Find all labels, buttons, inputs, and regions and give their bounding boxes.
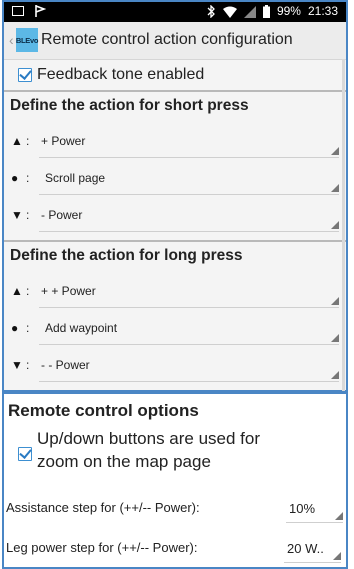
assistance-step-row[interactable]: Assistance step for (++/-- Power): 10%	[4, 490, 346, 526]
long-press-up-spinner[interactable]: + + Power	[39, 276, 339, 308]
long-press-center-spinner[interactable]: Add waypoint	[39, 313, 339, 345]
leg-power-step-label: Leg power step for (++/-- Power):	[6, 540, 198, 555]
dropdown-arrow-icon	[333, 552, 341, 560]
battery-percent: 99%	[276, 4, 301, 18]
colon: :	[26, 284, 30, 298]
spinner-value: Scroll page	[45, 171, 106, 185]
dropdown-arrow-icon	[331, 334, 339, 342]
scrollbar[interactable]	[342, 59, 345, 391]
long-press-up-row[interactable]: ▲ : + + Power	[4, 273, 346, 310]
dropdown-arrow-icon	[331, 371, 339, 379]
zoom-option-row[interactable]: Up/down buttons are used for zoom on the…	[4, 428, 346, 480]
clock-time: 21:33	[307, 4, 338, 18]
spinner-value: + + Power	[41, 284, 96, 298]
short-press-up-row[interactable]: ▲ : + Power	[4, 123, 346, 160]
spinner-value: - - Power	[41, 358, 90, 372]
center-dot-icon: ●	[11, 321, 19, 335]
down-triangle-icon: ▼	[11, 208, 23, 222]
zoom-option-label-line2: zoom on the map page	[37, 452, 211, 471]
page-title: Remote control action configuration	[41, 31, 293, 48]
back-chevron-icon[interactable]: ‹	[9, 32, 14, 48]
feedback-tone-row[interactable]: Feedback tone enabled	[4, 60, 346, 90]
long-press-down-row[interactable]: ▼ : - - Power	[4, 347, 346, 384]
colon: :	[26, 134, 30, 148]
spinner-value: 10%	[289, 501, 316, 516]
up-triangle-icon: ▲	[11, 134, 23, 148]
action-config-panel: 99% 21:33 ‹ BLEvo Remote control action …	[2, 0, 348, 392]
flag-icon	[35, 5, 46, 17]
spinner-value: 20 W..	[287, 541, 324, 556]
spinner-value: + Power	[41, 134, 86, 148]
colon: :	[26, 321, 30, 335]
up-triangle-icon: ▲	[11, 284, 23, 298]
bluetooth-icon	[207, 5, 215, 18]
long-press-center-row[interactable]: ● : Add waypoint	[4, 310, 346, 347]
short-press-header: Define the action for short press	[10, 97, 249, 114]
leg-power-step-row[interactable]: Leg power step for (++/-- Power): 20 W..	[4, 530, 346, 566]
dropdown-arrow-icon	[335, 512, 343, 520]
assistance-step-label: Assistance step for (++/-- Power):	[6, 500, 200, 515]
center-dot-icon: ●	[11, 171, 19, 185]
zoom-option-checkbox[interactable]	[18, 447, 32, 461]
long-press-header: Define the action for long press	[10, 247, 243, 264]
assistance-step-spinner[interactable]: 10%	[286, 492, 343, 523]
feedback-tone-checkbox[interactable]	[18, 68, 32, 82]
battery-icon	[262, 5, 270, 18]
zoom-option-label-line1: Up/down buttons are used for	[37, 429, 261, 448]
down-triangle-icon: ▼	[11, 358, 23, 372]
leg-power-step-spinner[interactable]: 20 W..	[284, 532, 341, 563]
status-left-icons	[12, 4, 46, 18]
short-press-down-row[interactable]: ▼ : - Power	[4, 197, 346, 234]
remote-options-header: Remote control options	[8, 401, 199, 420]
short-press-center-row[interactable]: ● : Scroll page	[4, 160, 346, 197]
dropdown-arrow-icon	[331, 184, 339, 192]
remote-options-panel: Remote control options Up/down buttons a…	[2, 392, 348, 569]
dropdown-arrow-icon	[331, 297, 339, 305]
colon: :	[26, 208, 30, 222]
app-bar: ‹ BLEvo Remote control action configurat…	[4, 22, 346, 60]
short-press-center-spinner[interactable]: Scroll page	[39, 163, 339, 195]
colon: :	[26, 358, 30, 372]
status-bar: 99% 21:33	[4, 2, 346, 22]
app-logo[interactable]: BLEvo	[16, 28, 38, 52]
short-press-down-spinner[interactable]: - Power	[39, 200, 339, 232]
spinner-value: - Power	[41, 208, 83, 222]
dropdown-arrow-icon	[331, 221, 339, 229]
status-right-icons: 99% 21:33	[207, 4, 338, 19]
dropdown-arrow-icon	[331, 147, 339, 155]
spinner-value: Add waypoint	[45, 321, 118, 335]
colon: :	[26, 171, 30, 185]
screen: 99% 21:33 ‹ BLEvo Remote control action …	[0, 0, 354, 569]
long-press-down-spinner[interactable]: - - Power	[39, 350, 339, 382]
signal-icon	[243, 5, 256, 18]
wifi-icon	[222, 6, 237, 18]
short-press-up-spinner[interactable]: + Power	[39, 126, 339, 158]
notification-icon	[12, 6, 24, 16]
feedback-tone-label: Feedback tone enabled	[37, 66, 205, 83]
